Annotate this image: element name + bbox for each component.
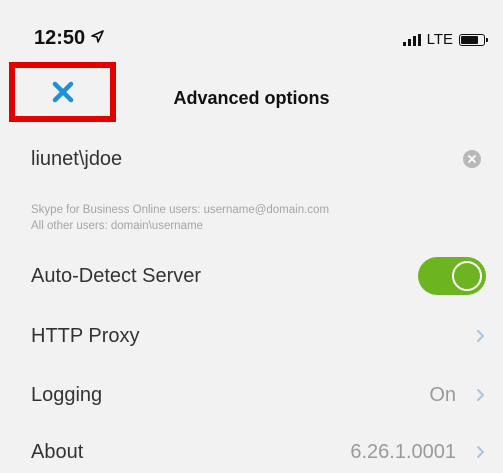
chevron-right-icon xyxy=(477,446,484,458)
http-proxy-row[interactable]: HTTP Proxy xyxy=(0,315,503,357)
auto-detect-label: Auto-Detect Server xyxy=(31,264,202,287)
clear-button[interactable] xyxy=(463,150,481,168)
logging-right: On xyxy=(429,384,485,407)
status-time: 12:50 xyxy=(34,27,104,50)
http-proxy-right xyxy=(476,329,485,343)
nav-bar: Advanced options xyxy=(0,62,503,128)
auto-detect-toggle[interactable] xyxy=(418,257,486,295)
network-type: LTE xyxy=(426,31,453,48)
status-indicators: LTE xyxy=(402,31,488,48)
username-field[interactable]: liunet\jdoe xyxy=(0,138,503,180)
username-value[interactable]: liunet\jdoe xyxy=(31,148,122,171)
page-title: Advanced options xyxy=(173,88,330,108)
about-right: 6.26.1.0001 xyxy=(350,441,485,464)
about-row[interactable]: About 6.26.1.0001 xyxy=(0,431,503,473)
location-arrow-icon xyxy=(90,30,104,43)
status-bar: 12:50 LTE xyxy=(0,0,503,60)
auto-detect-server-row: Auto-Detect Server xyxy=(0,255,503,297)
cellular-signal-icon xyxy=(402,33,421,46)
logging-row[interactable]: Logging On xyxy=(0,374,503,416)
status-time-text: 12:50 xyxy=(34,27,86,49)
http-proxy-label: HTTP Proxy xyxy=(31,324,140,347)
clear-icon xyxy=(468,155,476,163)
about-label: About xyxy=(31,440,84,463)
battery-icon xyxy=(459,33,488,46)
logging-value: On xyxy=(429,383,456,406)
chevron-right-icon xyxy=(477,330,484,342)
hint-line-2: All other users: domain\username xyxy=(31,220,203,232)
logging-label: Logging xyxy=(31,383,103,406)
about-version: 6.26.1.0001 xyxy=(350,440,456,463)
chevron-right-icon xyxy=(477,389,484,401)
toggle-knob xyxy=(452,261,482,291)
hint-line-1: Skype for Business Online users: usernam… xyxy=(31,204,330,216)
username-hint: Skype for Business Online users: usernam… xyxy=(31,202,329,234)
